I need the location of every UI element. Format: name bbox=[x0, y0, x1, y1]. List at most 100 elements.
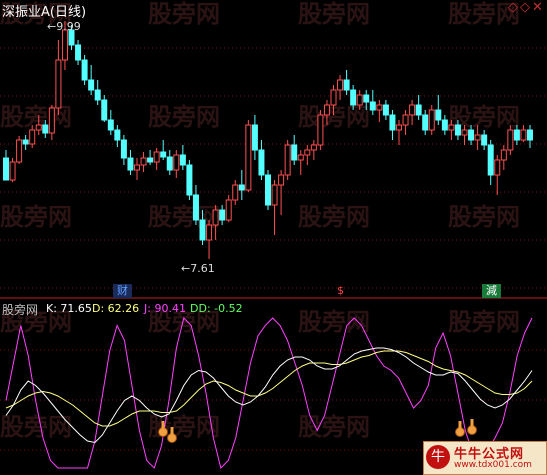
candle-up bbox=[304, 149, 311, 156]
indicator-d-value: D: 62.26 bbox=[92, 302, 140, 315]
hand-finger-icon bbox=[470, 419, 474, 426]
candle-up bbox=[55, 59, 62, 109]
candle-up bbox=[448, 124, 455, 131]
candle-down bbox=[42, 124, 49, 134]
candle-up bbox=[494, 159, 501, 176]
candle-down bbox=[127, 157, 134, 171]
low-price-mark: ←7.61 bbox=[181, 262, 215, 275]
high-price-mark: ←9.99 bbox=[47, 20, 81, 33]
candle-down bbox=[415, 104, 422, 116]
indicator-j-value: J: 90.41 bbox=[144, 302, 186, 315]
indicator-k-value: K: 71.65 bbox=[46, 302, 92, 315]
badge-jian[interactable]: 減 bbox=[482, 284, 501, 298]
high-price-value: 9.99 bbox=[56, 20, 81, 33]
candle-down bbox=[94, 89, 101, 101]
chart-window: { "header": { "title": "深振业A(日线)", "nav_… bbox=[0, 0, 547, 475]
candle-down bbox=[81, 59, 88, 81]
stock-title: 深振业A(日线) bbox=[2, 5, 87, 20]
candle-down bbox=[527, 129, 533, 141]
watermark-text: 股旁网 bbox=[148, 0, 220, 28]
watermark-text: 股旁网 bbox=[298, 308, 370, 336]
indicator-name: 股旁网 bbox=[2, 303, 39, 317]
watermark-text: 股旁网 bbox=[448, 203, 520, 231]
hand-signal-icon bbox=[167, 433, 177, 443]
badge-cai[interactable]: 财 bbox=[113, 284, 132, 298]
candle-up bbox=[173, 154, 180, 171]
candle-down bbox=[369, 101, 376, 111]
candle-up bbox=[29, 129, 36, 145]
candle-down bbox=[166, 156, 173, 171]
hand-finger-icon bbox=[458, 421, 462, 428]
candle-up bbox=[317, 114, 324, 146]
candle-up bbox=[278, 174, 285, 186]
hand-signal-icon bbox=[455, 427, 465, 437]
candle-down bbox=[454, 124, 461, 136]
candle-down bbox=[120, 139, 127, 159]
diamond-left-icon[interactable]: ◇ bbox=[508, 0, 520, 15]
candle-down bbox=[160, 151, 167, 158]
watermark-text: 股旁网 bbox=[0, 203, 72, 231]
candle-down bbox=[219, 209, 226, 221]
candle-up bbox=[474, 134, 481, 141]
candle-up bbox=[297, 154, 304, 161]
logo-url: www.tdx001.com bbox=[454, 460, 532, 470]
candle-up bbox=[500, 149, 507, 161]
candle-down bbox=[107, 119, 114, 131]
candle-down bbox=[382, 104, 389, 116]
candle-down bbox=[199, 219, 206, 241]
candle-up bbox=[323, 104, 330, 116]
candle-down bbox=[350, 89, 357, 106]
candle-up bbox=[134, 164, 140, 171]
candle-down bbox=[251, 124, 258, 151]
candle-up bbox=[206, 224, 213, 241]
candle-down bbox=[487, 144, 494, 176]
candle-down bbox=[468, 129, 475, 141]
window-controls: ◇◇✕ bbox=[508, 0, 545, 15]
candle-down bbox=[258, 149, 265, 176]
candle-up bbox=[61, 29, 68, 61]
d-line bbox=[5, 350, 533, 427]
candle-up bbox=[396, 124, 402, 131]
chart-canvas: 股旁网 股旁网 股旁网 股旁网股旁网 股旁网 股旁网 股旁网股旁网 股旁网 股旁网 股旁网股旁网股… bbox=[0, 0, 547, 469]
candle-up bbox=[16, 139, 23, 163]
candle-up bbox=[310, 144, 317, 151]
candle-up bbox=[402, 114, 409, 126]
candle-up bbox=[9, 161, 16, 181]
candle-down bbox=[186, 164, 193, 196]
candle-down bbox=[75, 44, 82, 61]
candle-down bbox=[88, 79, 95, 91]
candle-down bbox=[343, 79, 350, 91]
watermark-text: 股旁网 bbox=[0, 413, 72, 441]
candle-down bbox=[441, 119, 448, 131]
candle-up bbox=[35, 124, 42, 131]
candle-up bbox=[376, 104, 383, 111]
candle-down bbox=[422, 114, 429, 131]
candle-down bbox=[22, 139, 29, 145]
watermark-text: 股旁网 bbox=[148, 103, 220, 131]
candle-up bbox=[245, 124, 252, 191]
watermark-text: 股旁网 bbox=[448, 308, 520, 336]
watermark-text: 股旁网 bbox=[298, 413, 370, 441]
candle-down bbox=[238, 184, 245, 191]
candle-up bbox=[271, 184, 278, 206]
candle-down bbox=[513, 129, 520, 141]
candle-up bbox=[428, 109, 435, 131]
hand-finger-icon bbox=[170, 427, 174, 434]
watermark-text: 股旁网 bbox=[298, 0, 370, 28]
candle-up bbox=[337, 79, 344, 91]
candle-up bbox=[232, 184, 239, 201]
candle-up bbox=[212, 209, 219, 226]
candle-down bbox=[192, 194, 199, 221]
watermark-text: 股旁网 bbox=[148, 413, 220, 441]
hand-signal-icon bbox=[467, 425, 477, 435]
candle-up bbox=[507, 129, 514, 151]
candle-down bbox=[265, 174, 271, 206]
low-price-value: 7.61 bbox=[190, 262, 215, 275]
close-icon[interactable]: ✕ bbox=[532, 0, 545, 15]
candle-up bbox=[356, 94, 363, 106]
diamond-right-icon[interactable]: ◇ bbox=[520, 0, 532, 15]
badge-dollar[interactable]: $ bbox=[333, 284, 348, 298]
candle-up bbox=[284, 144, 291, 176]
candle-up bbox=[461, 129, 468, 136]
watermark-text: 股旁网 bbox=[298, 203, 370, 231]
